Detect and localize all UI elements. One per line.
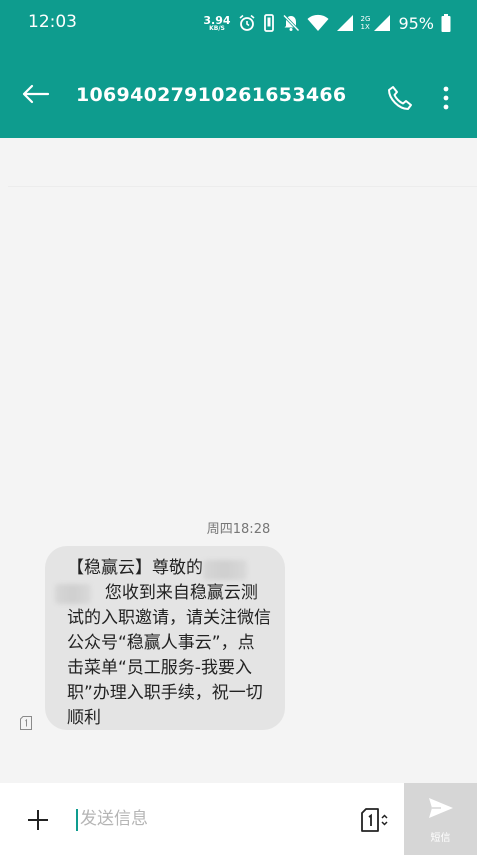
signal-2g-label: 2G <box>360 15 371 23</box>
message-list[interactable]: 周四18:28 【稳赢云】尊敬的 您收到来自稳赢云测试的入职邀请，请关注微信公众… <box>0 138 477 783</box>
status-time: 12:03 <box>28 12 77 32</box>
divider <box>8 186 477 187</box>
network-speed-unit: KB/S <box>209 24 225 32</box>
wifi-icon <box>307 14 329 31</box>
battery-percent: 95% <box>398 13 434 33</box>
send-label: 短信 <box>430 833 451 844</box>
signal-icon <box>336 15 353 31</box>
battery-icon <box>441 14 451 32</box>
signal-1x-label: 1X <box>360 23 370 31</box>
app-bar: 10694027910261653466 <box>0 50 477 138</box>
sim-switch-icon[interactable] <box>360 807 390 833</box>
redacted-name <box>203 560 247 580</box>
mute-icon <box>282 14 300 32</box>
text-caret <box>76 809 78 831</box>
redacted-name <box>55 584 91 604</box>
send-button[interactable]: 短信 <box>404 783 477 855</box>
back-arrow-icon[interactable] <box>20 82 52 106</box>
incoming-message-bubble[interactable]: 【稳赢云】尊敬的 您收到来自稳赢云测试的入职邀请，请关注微信公众号“稳赢人事云”… <box>45 546 285 730</box>
message-timestamp: 周四18:28 <box>206 522 271 537</box>
vibrate-icon <box>263 14 274 32</box>
message-input[interactable] <box>80 803 340 835</box>
network-speed-value: 3.94 <box>203 13 231 27</box>
message-text: 【稳赢云】尊敬的 您收到来自稳赢云测试的入职邀请，请关注微信公众号“稳赢人事云”… <box>67 558 271 728</box>
status-icons: 3.94 KB/S 2G 1X 95% <box>203 10 451 36</box>
signal-type: 2G 1X <box>361 15 371 31</box>
plus-icon[interactable] <box>26 808 50 832</box>
status-bar: 12:03 3.94 KB/S 2G 1X 95% <box>0 0 477 50</box>
network-speed: 3.94 KB/S <box>203 15 230 32</box>
more-vert-icon[interactable] <box>434 84 458 112</box>
signal-icon-secondary <box>374 15 391 31</box>
sim-1-icon <box>20 716 32 730</box>
composer-bar: 短信 <box>0 783 477 855</box>
phone-icon[interactable] <box>386 84 414 112</box>
send-icon <box>429 798 453 818</box>
conversation-title: 10694027910261653466 <box>76 84 347 106</box>
alarm-icon <box>239 14 255 31</box>
